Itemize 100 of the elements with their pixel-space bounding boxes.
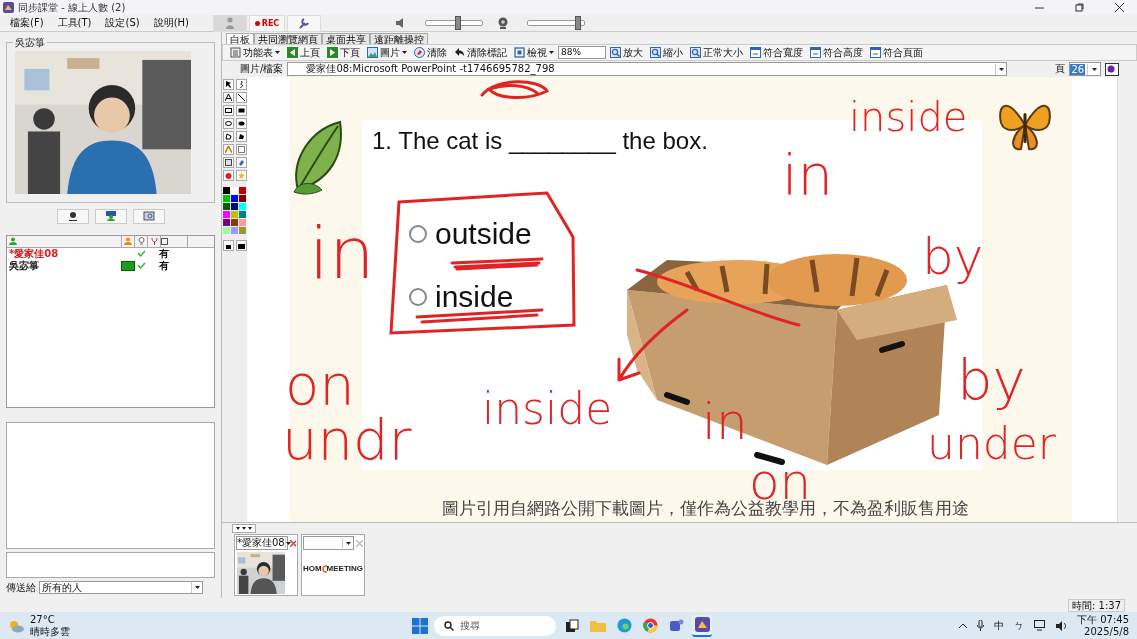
color-swatch[interactable] xyxy=(231,227,238,234)
microphone-icon[interactable] xyxy=(977,620,984,631)
toolbar-button[interactable]: 下頁 xyxy=(324,45,363,60)
apple-tool-icon[interactable] xyxy=(223,170,234,181)
video-source-dropdown[interactable]: *愛家佳08 xyxy=(236,536,288,550)
clock-time[interactable]: 下午 07:45 xyxy=(1077,613,1129,626)
polygon-tool-icon[interactable] xyxy=(223,131,234,142)
fit-icon xyxy=(870,47,881,58)
record-icon xyxy=(254,20,260,26)
toolbar-button[interactable]: 清除 xyxy=(411,45,450,60)
search-field[interactable]: 搜尋 xyxy=(434,615,556,636)
toolbar-button[interactable]: 清除標記 xyxy=(451,45,510,60)
color-swatch[interactable] xyxy=(239,219,246,226)
color-swatch[interactable] xyxy=(239,195,246,202)
pointer-tool-icon[interactable] xyxy=(223,79,234,90)
filled-polygon-tool-icon[interactable] xyxy=(236,131,247,142)
toolbar-button[interactable]: 上頁 xyxy=(284,45,323,60)
participant-name[interactable]: *愛家佳08 xyxy=(7,246,121,261)
speaker-icon[interactable] xyxy=(1056,620,1067,631)
toolbar-button[interactable]: 檢視 xyxy=(511,45,557,60)
page-dropdown[interactable]: 26 xyxy=(1069,62,1102,76)
filled-ellipse-tool-icon[interactable] xyxy=(236,118,247,129)
toolbar-button[interactable]: 符合寬度 xyxy=(747,45,806,60)
ellipse-tool-icon[interactable] xyxy=(223,118,234,129)
toolbar-button[interactable]: 圖片 xyxy=(364,45,410,60)
magnifier-icon xyxy=(690,47,701,58)
select-tool-icon[interactable] xyxy=(236,144,247,155)
mute-button[interactable] xyxy=(56,208,89,224)
chat-input[interactable] xyxy=(6,552,215,578)
color-swatch[interactable] xyxy=(223,203,230,210)
toolbar-button[interactable]: 符合高度 xyxy=(807,45,866,60)
stamp-tool-icon[interactable] xyxy=(236,157,247,168)
collapse-handle[interactable] xyxy=(232,524,256,533)
pen-width-icon[interactable] xyxy=(223,240,234,251)
color-swatch[interactable] xyxy=(223,227,230,234)
toolbar-button[interactable]: 正常大小 xyxy=(687,45,746,60)
text-tool-icon[interactable] xyxy=(223,92,234,103)
menu-item[interactable]: 工具(T) xyxy=(51,16,98,30)
close-icon[interactable] xyxy=(1114,3,1124,12)
radio-button[interactable] xyxy=(409,225,427,243)
weather-text[interactable]: 晴時多雲 xyxy=(30,625,70,638)
chevron-up-icon[interactable] xyxy=(959,623,967,628)
pen-width-icon[interactable] xyxy=(236,240,247,251)
color-swatch[interactable] xyxy=(223,219,230,226)
color-swatch[interactable] xyxy=(223,195,230,202)
color-swatch[interactable] xyxy=(223,187,230,194)
tab[interactable]: 遠距離操控 xyxy=(370,32,428,44)
color-swatch[interactable] xyxy=(239,187,246,194)
file-dropdown[interactable]: 愛家佳08:Microsoft PowerPoint -t1746695782_798 xyxy=(287,62,1008,76)
participant-name[interactable]: 吳宓箏 xyxy=(7,258,121,273)
recipient-dropdown[interactable]: 所有的人 xyxy=(39,581,203,594)
toolbar-button[interactable]: 放大 xyxy=(607,45,646,60)
handwritten-word: inside xyxy=(849,97,968,137)
color-swatch[interactable] xyxy=(231,219,238,226)
fit-icon xyxy=(810,47,821,58)
color-swatch[interactable] xyxy=(239,211,246,218)
color-swatch[interactable] xyxy=(231,211,238,218)
tab[interactable]: 共同瀏覽網頁 xyxy=(254,32,322,44)
view-icon xyxy=(514,47,525,58)
video-thumbnail[interactable]: HOM MEETING xyxy=(301,534,365,596)
image-icon xyxy=(367,47,378,58)
rect-tool-icon[interactable] xyxy=(223,105,234,116)
toolbar-button[interactable]: 符合頁面 xyxy=(867,45,926,60)
menu-item[interactable]: 說明(H) xyxy=(147,16,195,30)
color-swatch[interactable] xyxy=(231,195,238,202)
video-source-dropdown[interactable] xyxy=(303,536,355,550)
color-swatch[interactable] xyxy=(231,187,238,194)
filled-rect-tool-icon[interactable] xyxy=(236,105,247,116)
menu-item[interactable]: 設定(S) xyxy=(99,16,146,30)
zoom-field[interactable]: 88% xyxy=(558,46,606,59)
color-swatch[interactable] xyxy=(239,203,246,210)
weather-icon[interactable] xyxy=(8,618,24,633)
handwritten-word: under xyxy=(927,422,1056,466)
toolbar-button[interactable]: 功能表 xyxy=(227,45,283,60)
radio-button[interactable] xyxy=(409,288,427,306)
lasso-tool-icon[interactable] xyxy=(236,79,247,90)
file-label: 圖片/檔案 xyxy=(240,62,284,76)
tab[interactable]: 白板 xyxy=(226,32,254,44)
input-language[interactable]: 中 xyxy=(994,618,1004,633)
app-icon[interactable] xyxy=(692,614,712,637)
eraser-tool-icon[interactable] xyxy=(223,157,234,168)
color-swatch[interactable] xyxy=(231,203,238,210)
window-title: 同步課堂 - 線上人數 (2) xyxy=(18,0,126,15)
line-tool-icon[interactable] xyxy=(236,92,247,103)
restore-icon[interactable] xyxy=(1074,3,1084,12)
pen-settings-icon[interactable] xyxy=(1105,62,1120,76)
clock-date[interactable]: 2025/5/8 xyxy=(1077,625,1129,638)
video-thumbnail[interactable]: *愛家佳08 xyxy=(234,534,298,596)
user-video-button[interactable] xyxy=(94,208,127,224)
tab[interactable]: 桌面共享 xyxy=(322,32,370,44)
input-mode[interactable]: ㄅ xyxy=(1014,618,1024,633)
start-icon[interactable] xyxy=(412,617,428,634)
toolbar-button[interactable]: 縮小 xyxy=(647,45,686,60)
star-tool-icon[interactable] xyxy=(236,170,247,181)
snapshot-button[interactable] xyxy=(132,208,165,224)
network-icon[interactable] xyxy=(1034,620,1046,631)
temperature[interactable]: 27°C xyxy=(30,613,70,626)
color-swatch[interactable] xyxy=(223,211,230,218)
color-swatch[interactable] xyxy=(239,227,246,234)
menu-item[interactable]: 檔案(F) xyxy=(4,16,50,30)
